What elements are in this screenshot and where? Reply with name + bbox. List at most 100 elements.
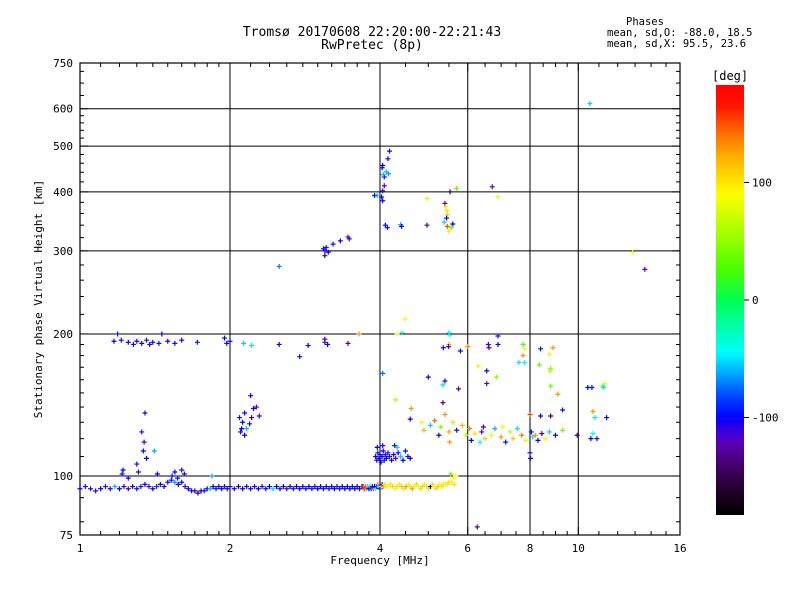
data-point: [141, 439, 147, 445]
data-point: [594, 436, 600, 442]
data-point: [142, 410, 148, 416]
data-point: [380, 370, 386, 376]
data-point: [393, 397, 399, 403]
colorbar: 100 0 -100: [716, 85, 779, 515]
data-point: [112, 484, 118, 490]
y-tick-label: 75: [60, 529, 73, 542]
data-point: [276, 341, 282, 347]
data-point: [468, 437, 474, 443]
data-point: [441, 219, 447, 225]
data-point: [399, 330, 405, 336]
data-point: [249, 415, 255, 421]
data-point: [156, 340, 162, 346]
data-point: [242, 410, 248, 416]
data-point: [169, 473, 175, 479]
data-point: [642, 266, 648, 272]
data-point: [547, 368, 553, 374]
data-point: [398, 453, 404, 459]
data-point: [408, 406, 414, 412]
data-point: [592, 415, 598, 421]
data-point: [107, 486, 113, 492]
data-point: [536, 362, 542, 368]
data-point: [432, 418, 438, 424]
x-tick-label: 10: [572, 542, 585, 555]
data-point: [116, 486, 122, 492]
data-point: [472, 431, 478, 437]
data-point: [482, 436, 488, 442]
y-tick-label: 400: [53, 186, 73, 199]
data-point: [77, 486, 83, 492]
data-point: [151, 448, 157, 454]
data-point: [345, 340, 351, 346]
data-point: [118, 337, 124, 343]
data-point: [436, 432, 442, 438]
data-point: [322, 253, 328, 259]
y-tick-label: 600: [53, 103, 73, 116]
data-point: [172, 469, 178, 475]
data-point: [543, 436, 549, 442]
data-point: [492, 426, 498, 432]
data-point: [419, 419, 425, 425]
data-point: [380, 172, 386, 178]
data-point: [456, 386, 462, 392]
data-point: [222, 335, 228, 341]
data-point: [102, 484, 108, 490]
tick-layer: 1 2 4 6 8 10 1675100200300400500600750: [53, 57, 687, 555]
data-point: [574, 432, 580, 438]
data-point: [297, 354, 303, 360]
colorbar-tick-label: 100: [752, 177, 772, 190]
data-point: [520, 353, 526, 359]
data-point: [125, 339, 131, 345]
data-point: [486, 345, 492, 351]
chart-subtitle: RwPretec (8p): [321, 38, 423, 53]
data-point: [552, 432, 558, 438]
data-point: [140, 448, 146, 454]
data-point: [520, 341, 526, 347]
data-point: [276, 263, 282, 269]
data-point: [421, 427, 427, 433]
data-point: [535, 437, 541, 443]
data-point: [194, 339, 200, 345]
data-point: [330, 241, 336, 247]
data-point: [256, 413, 262, 419]
data-point: [485, 341, 491, 347]
data-point: [447, 439, 453, 445]
data-point: [305, 343, 311, 349]
data-point: [381, 183, 387, 189]
y-tick-label: 750: [53, 57, 73, 70]
data-point: [82, 484, 88, 490]
data-point: [425, 374, 431, 380]
grid-layer: [79, 62, 681, 536]
data-point: [240, 419, 246, 425]
data-point: [88, 486, 94, 492]
data-point: [480, 424, 486, 430]
data-point: [237, 415, 243, 421]
data-point: [516, 359, 522, 365]
data-point: [121, 484, 127, 490]
data-point: [380, 198, 386, 204]
data-point: [442, 200, 448, 206]
data-point: [115, 331, 121, 337]
scatter-points-layer: [77, 101, 648, 530]
data-point: [484, 381, 490, 387]
data-point: [538, 346, 544, 352]
data-point: [447, 189, 453, 195]
data-point: [98, 486, 104, 492]
data-point: [519, 432, 525, 438]
data-point: [498, 434, 504, 440]
data-point: [442, 412, 448, 418]
data-point: [238, 429, 244, 435]
ionogram-chart: 1 2 4 6 8 10 1675100200300400500600750 1000-10…: [32, 16, 779, 567]
data-point: [528, 455, 534, 461]
data-point: [130, 341, 136, 347]
data-point: [590, 408, 596, 414]
data-point: [495, 194, 501, 200]
data-point: [356, 331, 362, 337]
data-point: [457, 348, 463, 354]
data-point: [438, 424, 444, 430]
data-point: [527, 412, 533, 418]
data-point: [372, 192, 378, 198]
data-point: [380, 188, 386, 194]
data-point: [241, 340, 247, 346]
data-point: [427, 422, 433, 428]
